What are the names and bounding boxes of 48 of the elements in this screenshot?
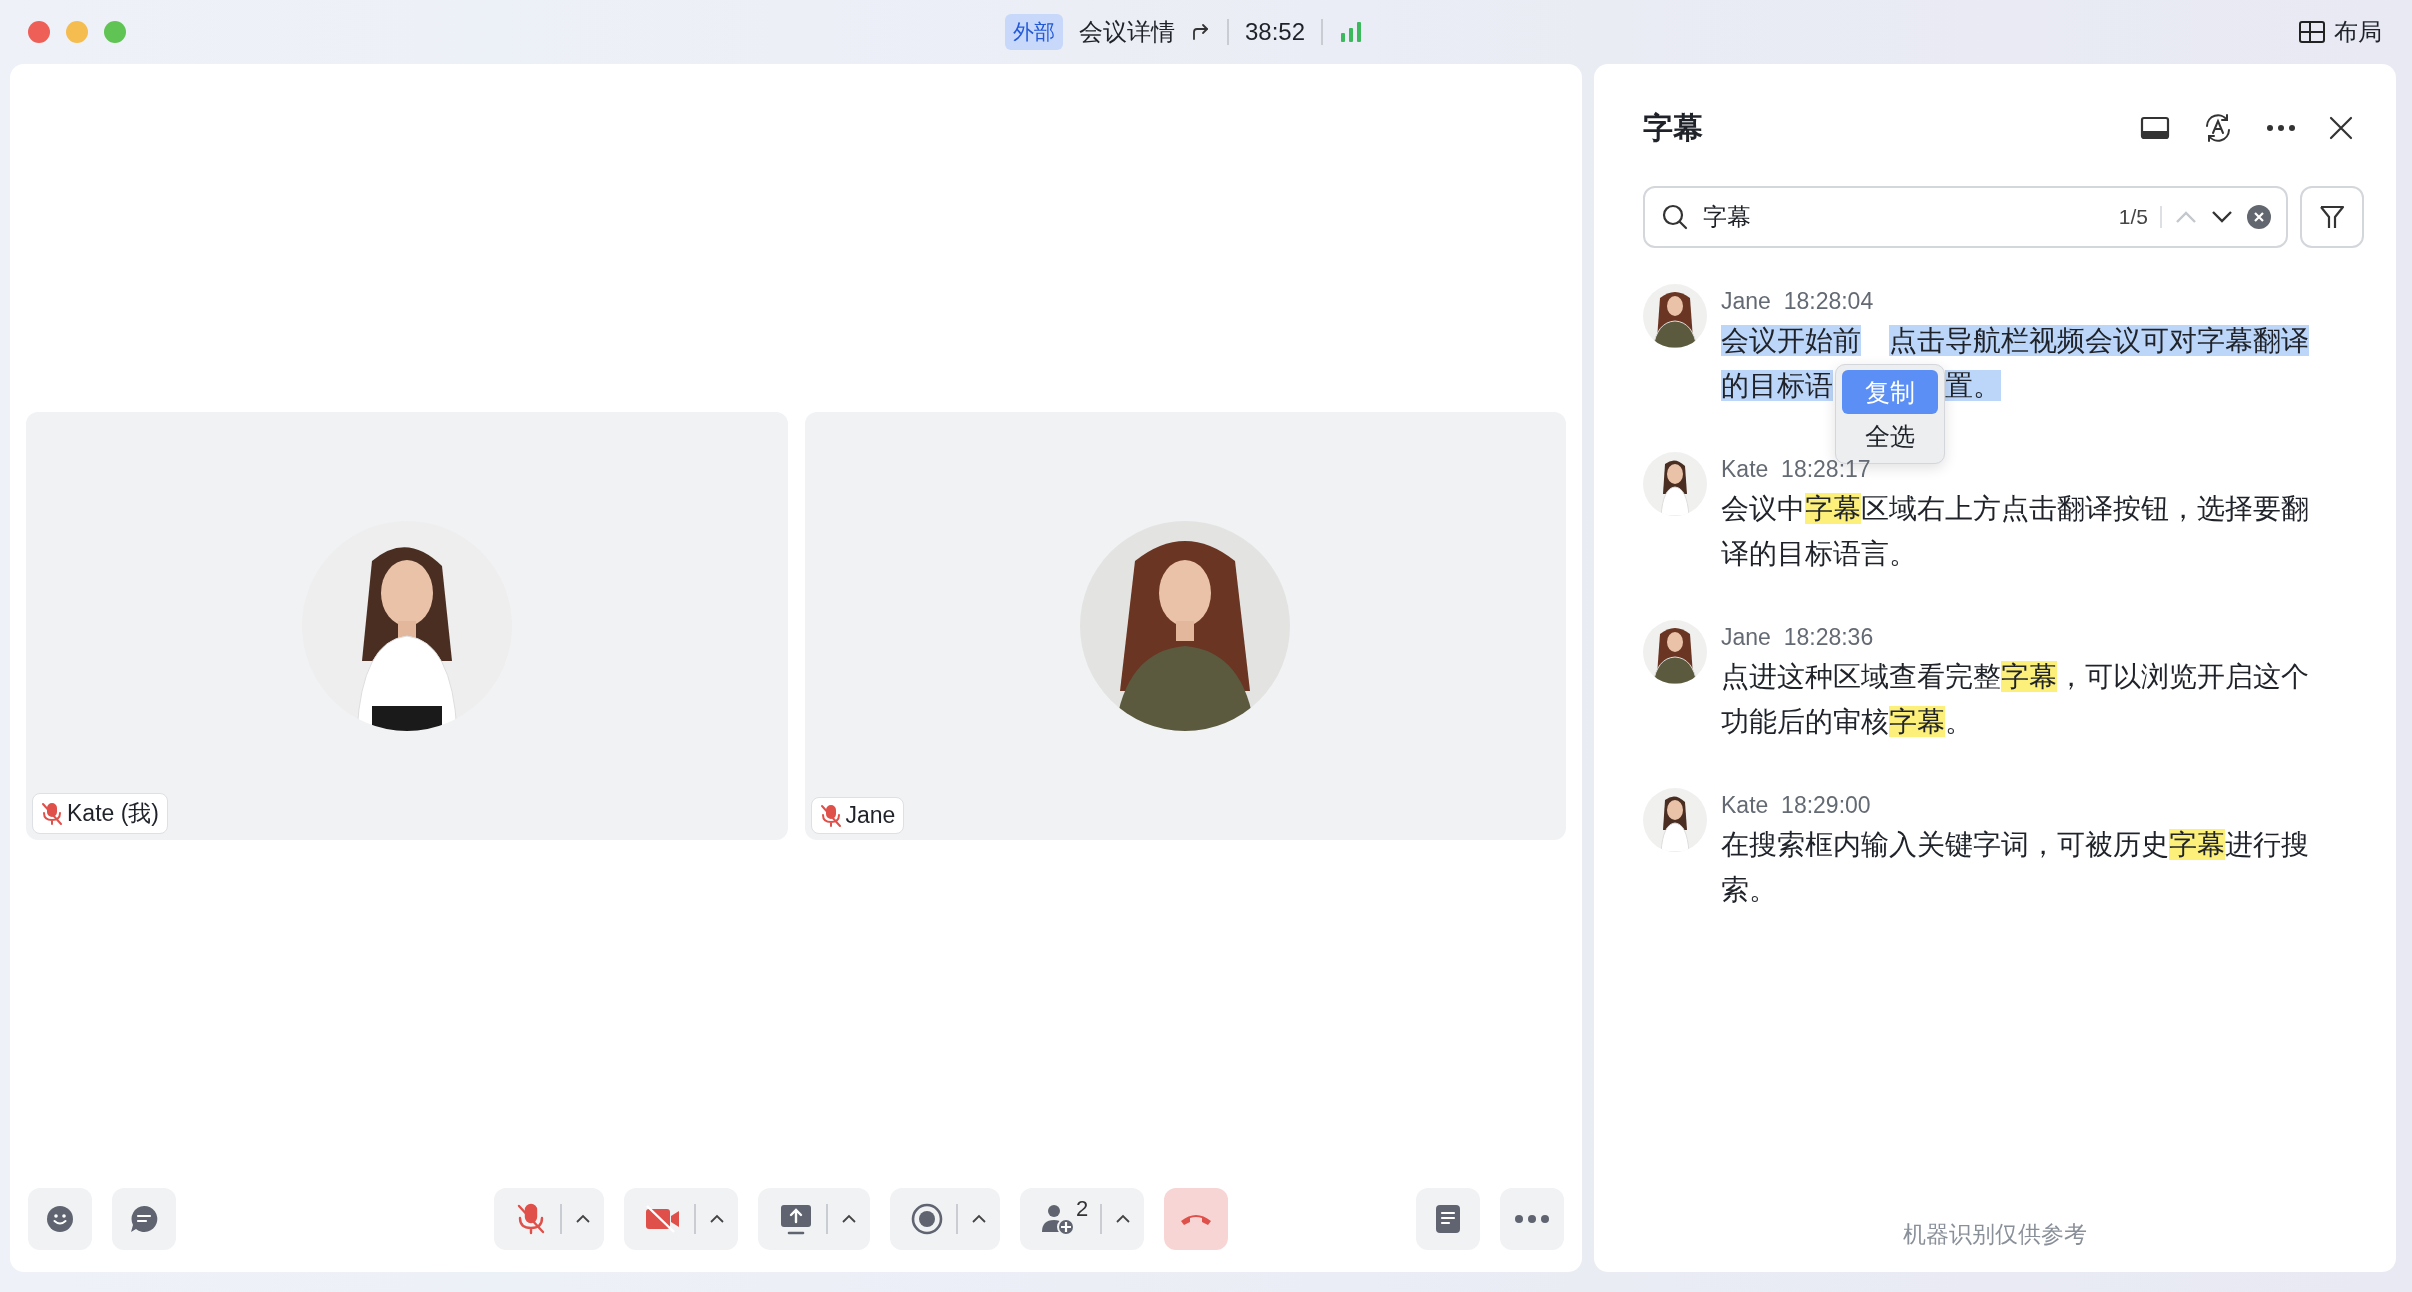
close-icon[interactable]	[2328, 115, 2354, 141]
camera-control[interactable]	[623, 1188, 738, 1250]
share-control[interactable]	[757, 1188, 870, 1250]
speaker-time: Kate 18:28:17	[1721, 455, 1872, 484]
next-match-icon[interactable]	[2210, 209, 2234, 225]
share-icon[interactable]	[1191, 22, 1211, 42]
add-person-icon	[1039, 1202, 1076, 1236]
participant-name-tag: Kate (我)	[32, 793, 169, 834]
speaker-time: Jane 18:28:04	[1721, 287, 1875, 316]
window-icon[interactable]	[2140, 115, 2170, 141]
participant-name-tag: Jane	[810, 797, 905, 834]
more-icon[interactable]	[2266, 124, 2296, 132]
filter-button[interactable]	[2300, 186, 2364, 248]
chat-icon	[129, 1204, 159, 1234]
match-counter: 1/5	[2118, 205, 2148, 229]
camera-icon	[643, 1204, 682, 1234]
participants-control[interactable]: 2	[1019, 1188, 1145, 1250]
caption-text[interactable]: 会议中字幕区域右上方点击翻译按钮，选择要翻译的目标语言。	[1721, 486, 2309, 576]
more-icon	[1514, 1214, 1550, 1224]
emoji-button[interactable]	[28, 1188, 92, 1250]
search-field[interactable]: 字幕 1/5	[1643, 186, 2288, 248]
panel-title: 字幕	[1643, 109, 1703, 146]
layout-icon	[2298, 20, 2326, 44]
notes-icon	[1433, 1203, 1463, 1235]
speaker-time: Kate 18:29:00	[1721, 791, 1872, 820]
close-window-icon[interactable]	[28, 21, 50, 43]
signal-icon	[1339, 21, 1364, 43]
record-icon	[909, 1202, 944, 1236]
search-input[interactable]: 字幕	[1701, 202, 2107, 232]
chat-button[interactable]	[112, 1188, 176, 1250]
external-tag: 外部	[1005, 14, 1063, 50]
menu-item[interactable]: 全选	[1842, 414, 1938, 458]
meeting-details-link[interactable]: 会议详情	[1079, 16, 1175, 48]
more-button[interactable]	[1500, 1188, 1564, 1250]
caption-text[interactable]: 在搜索框内输入关键字词，可被历史字幕进行搜索。	[1721, 822, 2309, 912]
disclaimer-text: 机器识别仅供参考	[1902, 1220, 2088, 1249]
layout-button[interactable]: 布局	[2298, 16, 2382, 48]
record-control[interactable]	[889, 1188, 1000, 1250]
notes-button[interactable]	[1416, 1188, 1480, 1250]
emoji-icon	[45, 1204, 75, 1234]
speaker-time: Jane 18:28:36	[1721, 623, 1875, 652]
end-call-button[interactable]	[1164, 1188, 1229, 1250]
mic-control[interactable]	[493, 1188, 604, 1250]
participant-count: 2	[1075, 1196, 1089, 1222]
caption-text[interactable]: 点进这种区域查看完整字幕，可以浏览开启这个功能后的审核字幕。	[1721, 654, 2309, 744]
meeting-timer: 38:52	[1245, 18, 1306, 46]
clear-icon[interactable]	[2246, 204, 2272, 230]
search-icon	[1661, 203, 1689, 231]
